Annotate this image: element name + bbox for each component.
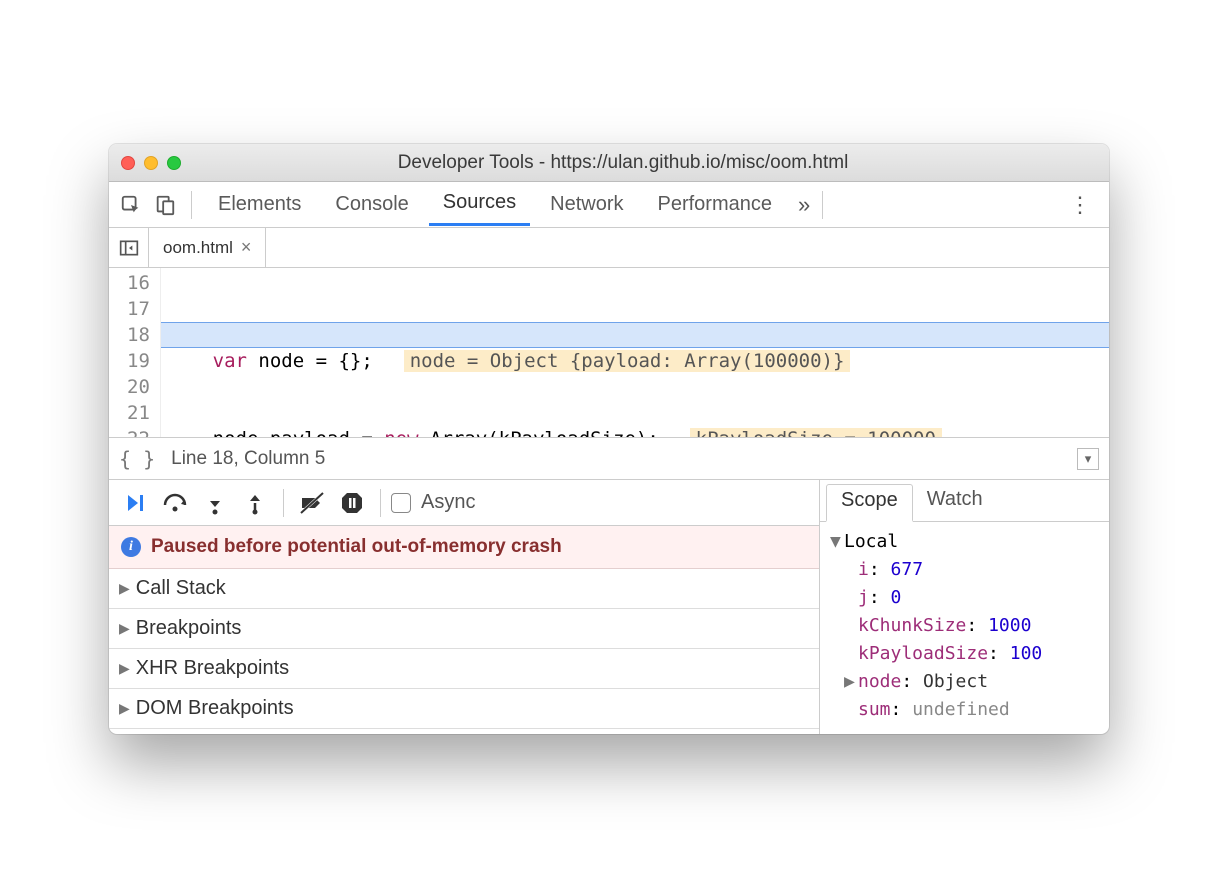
scope-watch-tabs: Scope Watch [820, 480, 1109, 522]
accordion-call-stack[interactable]: ▶Call Stack [109, 569, 819, 609]
window-title: Developer Tools - https://ulan.github.io… [149, 152, 1097, 174]
navigator-toggle-icon[interactable] [109, 228, 149, 267]
scope-local-header[interactable]: ▼Local [830, 528, 1105, 556]
tab-watch[interactable]: Watch [913, 480, 997, 521]
step-out-button[interactable] [237, 485, 273, 521]
pause-banner: i Paused before potential out-of-memory … [109, 526, 819, 569]
deactivate-breakpoints-button[interactable] [294, 485, 330, 521]
tab-scope[interactable]: Scope [826, 484, 913, 522]
separator [822, 191, 823, 219]
code-editor[interactable]: 16 17 18 19 20 21 22 var node = {}; node… [109, 268, 1109, 438]
inspect-element-icon[interactable] [117, 191, 145, 219]
step-over-button[interactable] [157, 485, 193, 521]
accordion-xhr-breakpoints[interactable]: ▶XHR Breakpoints [109, 649, 819, 689]
async-checkbox[interactable] [391, 493, 411, 513]
main-tabbar: Elements Console Sources Network Perform… [109, 182, 1109, 228]
devtools-window: Developer Tools - https://ulan.github.io… [109, 144, 1109, 734]
tab-console[interactable]: Console [321, 185, 422, 224]
code-line-17: node.payload = new Array(kPayloadSize); … [167, 426, 1109, 438]
close-window-button[interactable] [121, 156, 135, 170]
tab-sources[interactable]: Sources [429, 183, 530, 226]
scope-var-sum[interactable]: sum: undefined [830, 696, 1105, 724]
pause-reason: Paused before potential out-of-memory cr… [151, 536, 562, 558]
file-tab-label: oom.html [163, 238, 233, 258]
file-tab-oom[interactable]: oom.html × [149, 228, 266, 267]
more-tabs-button[interactable]: » [798, 192, 810, 218]
line-gutter: 16 17 18 19 20 21 22 [109, 268, 161, 437]
scope-var-kpayloadsize[interactable]: kPayloadSize: 100 [830, 640, 1105, 668]
editor-statusbar: { } Line 18, Column 5 ▾ [109, 438, 1109, 480]
scope-var-i[interactable]: i: 677 [830, 556, 1105, 584]
close-tab-icon[interactable]: × [241, 237, 252, 258]
accordion-breakpoints[interactable]: ▶Breakpoints [109, 609, 819, 649]
accordion-dom-breakpoints[interactable]: ▶DOM Breakpoints [109, 689, 819, 729]
scope-var-node[interactable]: ▶node: Object [830, 668, 1105, 696]
pretty-print-icon[interactable]: { } [119, 447, 155, 471]
settings-menu-button[interactable]: ⋮ [1059, 192, 1101, 218]
separator [191, 191, 192, 219]
device-toolbar-icon[interactable] [151, 191, 179, 219]
scope-var-j[interactable]: j: 0 [830, 584, 1105, 612]
tab-network[interactable]: Network [536, 185, 637, 224]
debugger-toolbar: Async [109, 480, 819, 526]
tab-performance[interactable]: Performance [644, 185, 787, 224]
code-line-16: var node = {}; node = Object {payload: A… [167, 348, 1109, 374]
scope-var-kchunksize[interactable]: kChunkSize: 1000 [830, 612, 1105, 640]
cursor-position: Line 18, Column 5 [171, 448, 325, 470]
scope-panel: ▼Local i: 677 j: 0 kChunkSize: 1000 kPay… [820, 522, 1109, 734]
step-into-button[interactable] [197, 485, 233, 521]
info-icon: i [121, 537, 141, 557]
titlebar: Developer Tools - https://ulan.github.io… [109, 144, 1109, 182]
resume-button[interactable] [117, 485, 153, 521]
file-tabbar: oom.html × [109, 228, 1109, 268]
pause-on-exceptions-button[interactable] [334, 485, 370, 521]
coverage-toggle-icon[interactable]: ▾ [1077, 448, 1099, 470]
tab-elements[interactable]: Elements [204, 185, 315, 224]
async-label: Async [421, 491, 475, 514]
